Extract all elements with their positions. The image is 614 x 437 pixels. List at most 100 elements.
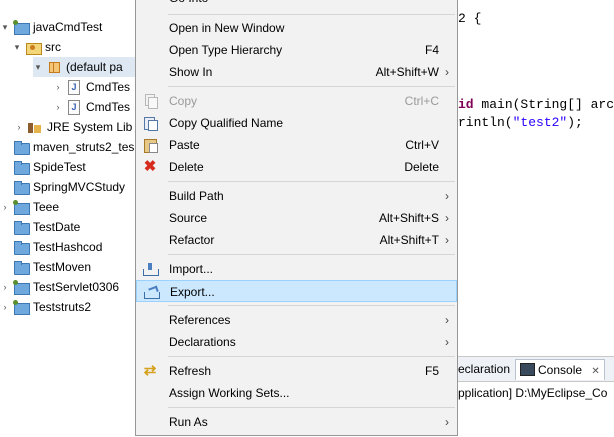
menu-item-shortcut: F5 [424, 364, 439, 378]
refresh-icon: ⇄ [143, 362, 157, 379]
menu-item-label: Import... [169, 262, 214, 276]
expand-twisty-icon[interactable]: ▾ [12, 37, 22, 57]
tab-label: eclaration [458, 362, 511, 376]
menu-item-label: Open in New Window [169, 21, 285, 35]
menu-item-open-type-hierarchy[interactable]: Open Type Hierarchy F4 [136, 39, 457, 61]
folder-icon [13, 260, 30, 275]
tab-label: Console [538, 363, 583, 377]
menu-item-copy-qualified-name[interactable]: Copy Qualified Name [136, 112, 457, 134]
tree-item-default-package[interactable]: ▾ (default pa [33, 57, 136, 77]
submenu-arrow-icon: › [445, 189, 449, 203]
expand-twisty-icon[interactable]: › [14, 117, 24, 137]
menu-item-label: Assign Working Sets... [169, 386, 290, 400]
copy-qualified-name-icon [142, 115, 158, 131]
menu-item-shortcut: F4 [424, 43, 439, 57]
submenu-arrow-icon: › [445, 211, 449, 225]
menu-item-show-in[interactable]: Show In Alt+Shift+W › [136, 61, 457, 83]
menu-item-shortcut: Alt+Shift+T [379, 233, 439, 247]
close-tab-icon[interactable]: ✕ [591, 366, 599, 377]
tree-item-label: SpringMVCStudy [33, 180, 126, 194]
expand-twisty-icon[interactable]: › [53, 97, 63, 117]
tree-item-label: JRE System Lib [47, 120, 133, 134]
submenu-arrow-icon: › [445, 65, 449, 79]
expand-twisty-icon[interactable]: › [0, 277, 10, 297]
menu-item-declarations[interactable]: Declarations › [136, 331, 457, 353]
code-text: main(String[] arc [473, 97, 614, 112]
folder-icon [13, 160, 30, 175]
tree-item-teststruts2[interactable]: › Teststruts2 [0, 297, 91, 317]
tree-item-label: maven_struts2_tes [33, 140, 135, 154]
expand-twisty-icon[interactable]: › [0, 297, 10, 317]
tree-item-label: TestServlet0306 [33, 280, 120, 294]
menu-item-assign-working-sets[interactable]: Assign Working Sets... [136, 382, 457, 404]
package-explorer: ▾ javaCmdTest ▾ src ▾ (default pa › CmdT… [0, 0, 136, 436]
menu-separator [168, 305, 455, 306]
menu-separator [168, 181, 455, 182]
menu-item-label: Run As [169, 415, 208, 429]
menu-item-delete[interactable]: ✖ Delete Delete [136, 156, 457, 178]
tree-item-testmoven[interactable]: TestMoven [0, 257, 91, 277]
project-icon [13, 300, 30, 315]
menu-item-go-into[interactable]: Go Into [136, 0, 457, 9]
code-text: rintln( [458, 115, 513, 130]
menu-item-paste[interactable]: Paste Ctrl+V [136, 134, 457, 156]
menu-item-import[interactable]: Import... [136, 258, 457, 280]
tree-item-jre-system-library[interactable]: › JRE System Lib [14, 117, 133, 137]
tree-item-src[interactable]: ▾ src [12, 37, 61, 57]
tree-item-maven-struts2[interactable]: maven_struts2_tes [0, 137, 134, 157]
tree-item-cmdtest-2[interactable]: › CmdTes [53, 97, 130, 117]
code-text: ); [567, 115, 583, 130]
menu-item-label: Declarations [169, 335, 236, 349]
tree-item-label: TestMoven [33, 260, 92, 274]
code-keyword: id [458, 97, 474, 112]
tree-item-label: javaCmdTest [33, 20, 103, 34]
menu-item-label: Refresh [169, 364, 212, 378]
expand-twisty-icon[interactable]: › [0, 197, 10, 217]
tree-item-testdate[interactable]: TestDate [0, 217, 80, 237]
menu-item-label: Refactor [169, 233, 215, 247]
menu-item-references[interactable]: References › [136, 309, 457, 331]
tree-item-testhashcod[interactable]: TestHashcod [0, 237, 102, 257]
tab-console[interactable]: Console ✕ [515, 359, 605, 380]
java-file-icon [66, 80, 82, 95]
code-line: id main(String[] arc [458, 97, 614, 112]
delete-icon: ✖ [143, 158, 157, 175]
menu-item-refresh[interactable]: ⇄ Refresh F5 [136, 360, 457, 382]
tree-item-label: CmdTes [86, 100, 131, 114]
menu-separator [168, 407, 455, 408]
panel-tab-bar: eclaration Console ✕ [458, 357, 614, 382]
bottom-panel: eclaration Console ✕ pplication] D:\MyEc… [458, 356, 614, 437]
code-line: rintln("test2"); [458, 115, 583, 130]
code-editor[interactable]: 2 { id main(String[] arc rintln("test2")… [458, 0, 614, 356]
expand-twisty-icon[interactable]: › [53, 77, 63, 97]
tab-declaration[interactable]: eclaration [454, 359, 514, 379]
tree-item-label: src [45, 40, 61, 54]
tree-item-cmdtest-1[interactable]: › CmdTes [53, 77, 130, 97]
expand-twisty-icon[interactable]: ▾ [33, 57, 43, 77]
library-icon [27, 120, 43, 134]
folder-icon [13, 240, 30, 255]
submenu-arrow-icon: › [445, 233, 449, 247]
menu-item-refactor[interactable]: Refactor Alt+Shift+T › [136, 229, 457, 251]
console-icon [520, 363, 535, 377]
tree-item-javacmdtest[interactable]: ▾ javaCmdTest [0, 17, 102, 37]
menu-item-source[interactable]: Source Alt+Shift+S › [136, 207, 457, 229]
code-string: "test2" [512, 115, 568, 130]
menu-item-build-path[interactable]: Build Path › [136, 185, 457, 207]
submenu-arrow-icon: › [445, 335, 449, 349]
tree-item-testservlet0306[interactable]: › TestServlet0306 [0, 277, 119, 297]
menu-item-open-in-new-window[interactable]: Open in New Window [136, 17, 457, 39]
tree-item-teee[interactable]: › Teee [0, 197, 59, 217]
code-text: 2 { [458, 11, 482, 26]
tree-item-springmvcstudy[interactable]: SpringMVCStudy [0, 177, 125, 197]
submenu-arrow-icon: › [445, 313, 449, 327]
menu-item-shortcut: Alt+Shift+W [375, 65, 439, 79]
folder-icon [13, 180, 30, 195]
expand-twisty-icon[interactable]: ▾ [0, 17, 10, 37]
menu-item-export[interactable]: Export... [136, 280, 457, 302]
tree-item-spidetest[interactable]: SpideTest [0, 157, 86, 177]
paste-icon [142, 137, 158, 153]
menu-item-run-as[interactable]: Run As › [136, 411, 457, 433]
menu-item-copy[interactable]: Copy Ctrl+C [136, 90, 457, 112]
menu-item-label: References [169, 313, 231, 327]
